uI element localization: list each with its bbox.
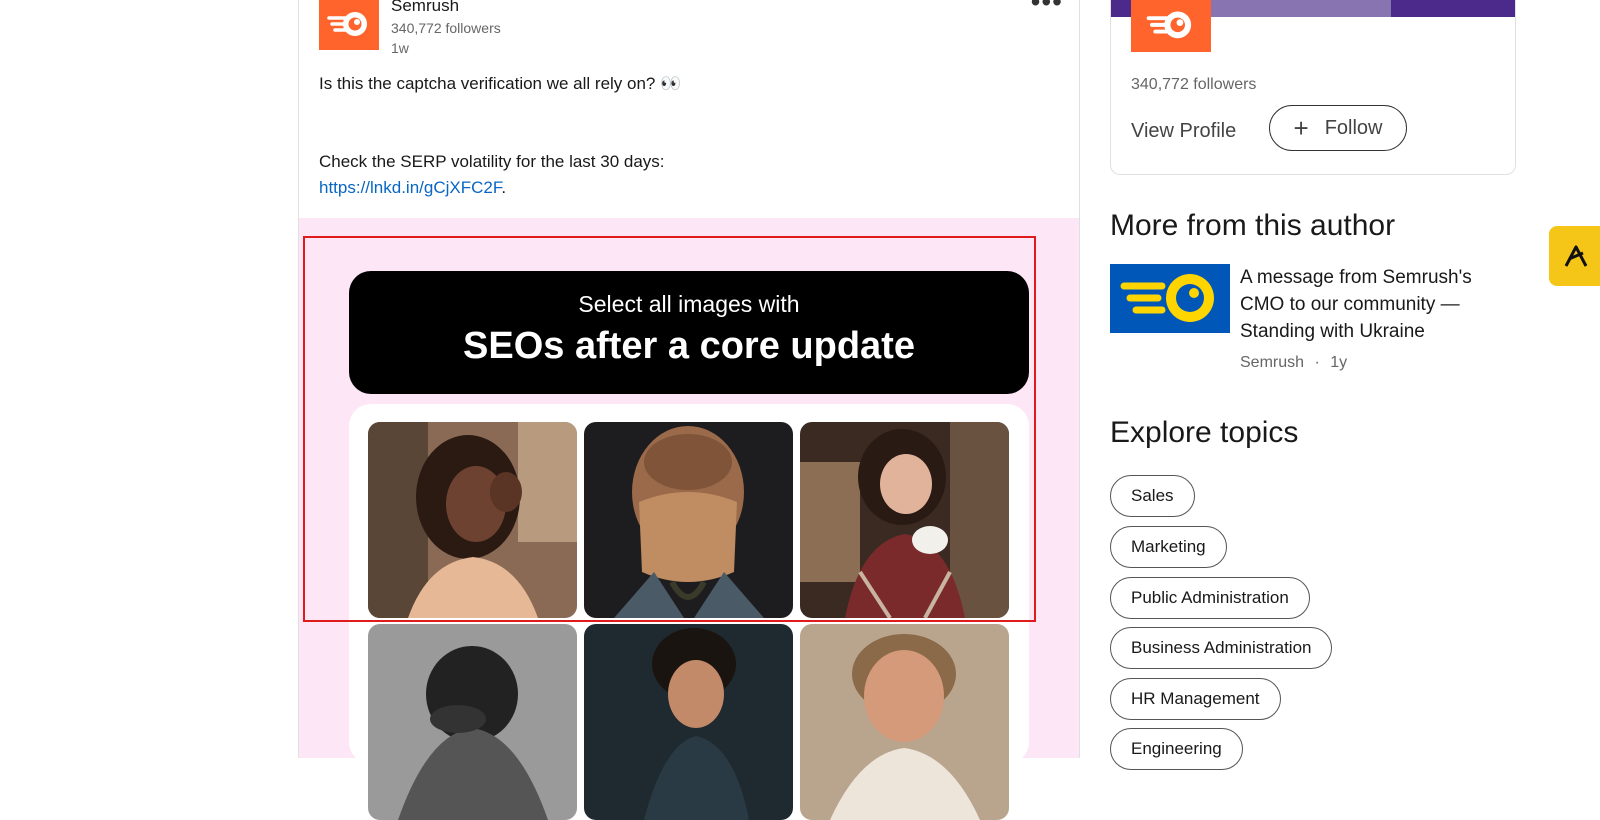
captcha-tile-6 — [800, 624, 1009, 820]
follow-button[interactable]: + Follow — [1269, 105, 1407, 151]
semrush-fireball-icon — [1110, 264, 1230, 333]
highlight-box — [303, 236, 1036, 622]
explore-topics-title: Explore topics — [1110, 416, 1299, 449]
topic-pill-sales[interactable]: Sales — [1110, 475, 1195, 517]
article-author: Semrush — [1240, 354, 1305, 371]
article-time: 1y — [1330, 354, 1348, 371]
topic-pill-hr-management[interactable]: HR Management — [1110, 678, 1281, 720]
topic-pill-business-administration[interactable]: Business Administration — [1110, 627, 1333, 669]
feed-post: Semrush 340,772 followers 1w ••• Is this… — [298, 0, 1080, 820]
semrush-logo[interactable] — [319, 0, 379, 50]
author-followers: 340,772 followers — [391, 20, 501, 36]
semrush-fireball-icon — [1146, 11, 1192, 39]
post-text-line-3: https://lnkd.in/gCjXFC2F. — [319, 178, 506, 198]
captcha-tile-4 — [368, 624, 577, 820]
post-time: 1w — [391, 40, 409, 56]
extension-widget[interactable] — [1549, 226, 1600, 286]
post-link[interactable]: https://lnkd.in/gCjXFC2F — [319, 178, 501, 197]
extension-logo-icon — [1564, 245, 1588, 267]
topic-pill-public-administration[interactable]: Public Administration — [1110, 577, 1310, 619]
article-meta: Semrush · 1y — [1240, 354, 1347, 372]
more-horizontal-icon[interactable]: ••• — [1031, 0, 1063, 18]
author-profile-card: 340,772 followers View Profile + Follow — [1110, 0, 1516, 175]
view-profile-link[interactable]: View Profile — [1131, 120, 1236, 143]
topic-pill-engineering[interactable]: Engineering — [1110, 728, 1243, 770]
captcha-tile-5 — [584, 624, 793, 820]
semrush-fireball-icon — [327, 12, 367, 36]
article-title[interactable]: A message from Semrush's CMO to our comm… — [1240, 264, 1510, 345]
topic-pill-marketing[interactable]: Marketing — [1110, 526, 1227, 568]
follow-label: Follow — [1324, 116, 1383, 139]
article-thumbnail[interactable] — [1110, 264, 1230, 333]
link-suffix: . — [501, 178, 507, 197]
post-text-line-1: Is this the captcha verification we all … — [319, 74, 682, 93]
plus-icon: + — [1293, 113, 1309, 143]
meta-separator: · — [1314, 354, 1320, 371]
profile-followers: 340,772 followers — [1131, 76, 1257, 93]
post-text-line-2: Check the SERP volatility for the last 3… — [319, 152, 665, 171]
more-from-author-title: More from this author — [1110, 209, 1396, 242]
semrush-logo[interactable] — [1131, 0, 1211, 52]
author-name[interactable]: Semrush — [391, 0, 459, 16]
